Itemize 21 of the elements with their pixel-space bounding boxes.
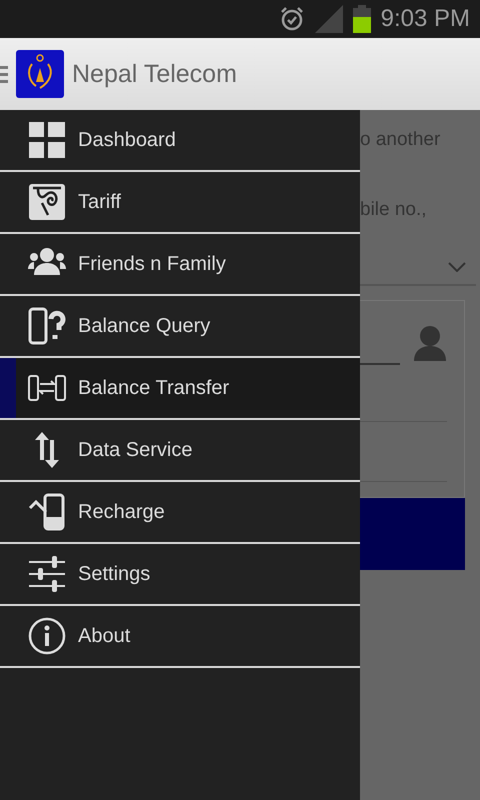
sliders-icon — [28, 555, 66, 593]
app-logo — [16, 50, 64, 98]
person-icon — [412, 325, 448, 361]
menu-item[interactable]: Friends n Family — [0, 234, 360, 296]
phone-question-icon — [28, 307, 66, 345]
tariff-icon — [28, 183, 66, 221]
menu-item[interactable]: Recharge — [0, 482, 360, 544]
menu-item[interactable]: Tariff — [0, 172, 360, 234]
menu-item[interactable]: Dashboard — [0, 110, 360, 172]
submit-button[interactable] — [360, 498, 465, 570]
signal-icon — [314, 5, 343, 33]
alarm-clock-icon — [278, 6, 305, 32]
menu-item[interactable]: Balance Transfer — [0, 358, 360, 420]
app-title: Nepal Telecom — [72, 60, 237, 88]
phone-arrow-icon — [28, 493, 66, 531]
battery-icon — [352, 5, 371, 33]
grid-icon — [28, 121, 66, 159]
status-time: 9:03 PM — [380, 5, 470, 33]
menu-icon[interactable] — [0, 64, 8, 84]
chevron-down-icon — [448, 262, 466, 272]
info-icon — [28, 617, 66, 655]
